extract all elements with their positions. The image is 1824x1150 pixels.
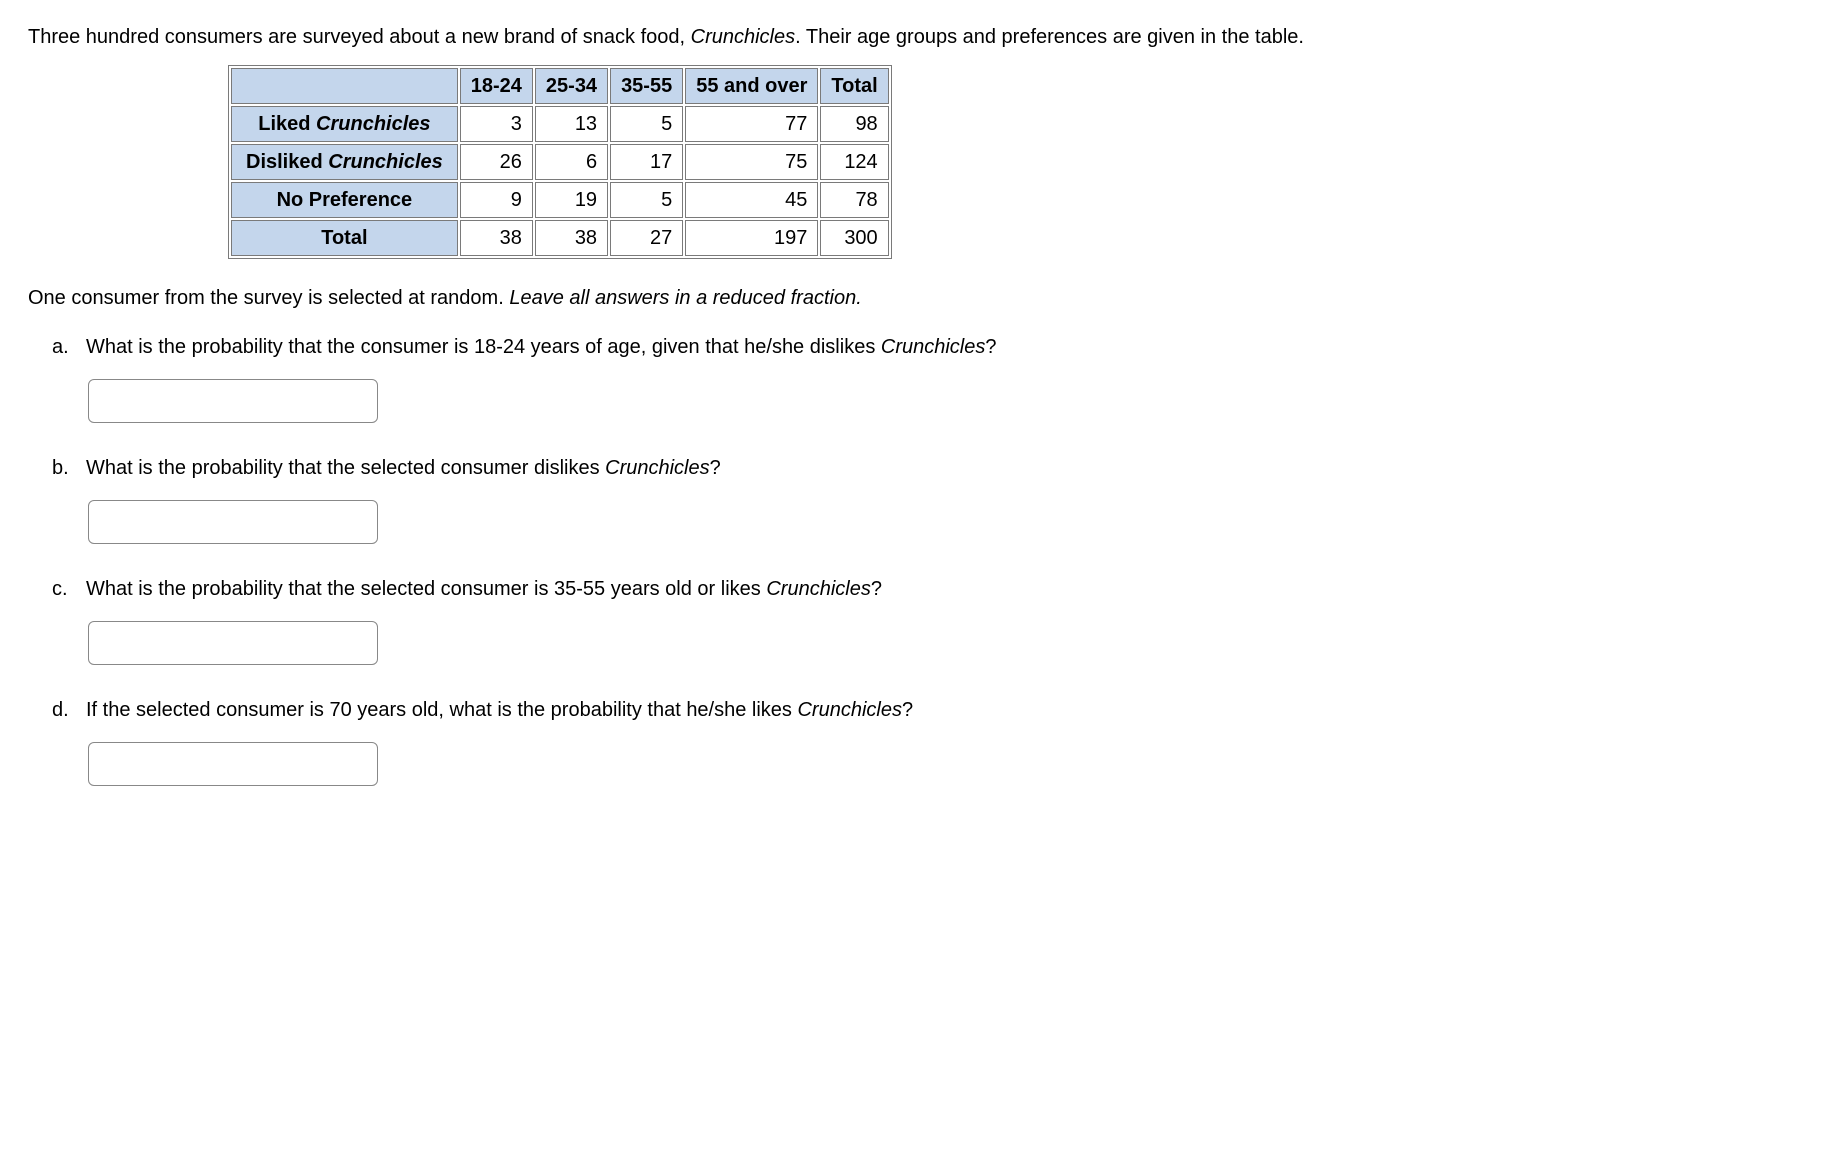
table-cell: 17: [610, 144, 683, 180]
table-cell: 75: [685, 144, 818, 180]
table-cell: 19: [535, 182, 608, 218]
question-pre: What is the probability that the selecte…: [86, 457, 605, 479]
table-cell: 98: [820, 106, 888, 142]
row-header: Liked Crunchicles: [231, 106, 458, 142]
question-body: What is the probability that the selecte…: [86, 457, 721, 480]
col-header: 35-55: [610, 68, 683, 104]
table-row-total: Total 38 38 27 197 300: [231, 220, 889, 256]
question-d-text: d. If the selected consumer is 70 years …: [52, 699, 1796, 722]
instruction-italic: Leave all answers in a reduced fraction.: [509, 287, 861, 309]
table-cell: 13: [535, 106, 608, 142]
intro-before-brand: Three hundred consumers are surveyed abo…: [28, 26, 691, 48]
table-row: Disliked Crunchicles 26 6 17 75 124: [231, 144, 889, 180]
table-cell: 27: [610, 220, 683, 256]
question-post: ?: [902, 699, 913, 721]
row-header-post: Total: [321, 227, 367, 249]
table-row: Liked Crunchicles 3 13 5 77 98: [231, 106, 889, 142]
question-body: What is the probability that the consume…: [86, 336, 996, 359]
question-pre: What is the probability that the consume…: [86, 336, 881, 358]
table-cell: 6: [535, 144, 608, 180]
question-d: d. If the selected consumer is 70 years …: [52, 699, 1796, 786]
col-header: 55 and over: [685, 68, 818, 104]
question-post: ?: [710, 457, 721, 479]
question-body: If the selected consumer is 70 years old…: [86, 699, 913, 722]
row-header: Disliked Crunchicles: [231, 144, 458, 180]
row-header-pre: Liked: [258, 113, 316, 135]
table-cell: 5: [610, 182, 683, 218]
table-cell: 78: [820, 182, 888, 218]
row-header-pre: Disliked: [246, 151, 328, 173]
instruction-plain: One consumer from the survey is selected…: [28, 287, 509, 309]
table-cell: 300: [820, 220, 888, 256]
question-b: b. What is the probability that the sele…: [52, 457, 1796, 544]
table-row: No Preference 9 19 5 45 78: [231, 182, 889, 218]
table-cell: 77: [685, 106, 818, 142]
question-label: a.: [52, 336, 76, 359]
table-corner-cell: [231, 68, 458, 104]
table-cell: 45: [685, 182, 818, 218]
col-header: 18-24: [460, 68, 533, 104]
table-cell: 9: [460, 182, 533, 218]
row-header-post: No Preference: [277, 189, 413, 211]
col-header: 25-34: [535, 68, 608, 104]
row-header-brand: Crunchicles: [328, 151, 442, 173]
table-cell: 26: [460, 144, 533, 180]
question-brand: Crunchicles: [881, 336, 985, 358]
table-cell: 5: [610, 106, 683, 142]
table-cell: 38: [535, 220, 608, 256]
table-cell: 197: [685, 220, 818, 256]
question-c: c. What is the probability that the sele…: [52, 578, 1796, 665]
table-cell: 3: [460, 106, 533, 142]
answer-input-b[interactable]: [88, 500, 378, 544]
col-header: Total: [820, 68, 888, 104]
row-header-brand: Crunchicles: [316, 113, 430, 135]
questions-list: a. What is the probability that the cons…: [52, 336, 1796, 786]
answer-input-a[interactable]: [88, 379, 378, 423]
table-cell: 38: [460, 220, 533, 256]
answer-input-d[interactable]: [88, 742, 378, 786]
table-cell: 124: [820, 144, 888, 180]
question-label: b.: [52, 457, 76, 480]
question-pre: If the selected consumer is 70 years old…: [86, 699, 797, 721]
intro-text: Three hundred consumers are surveyed abo…: [28, 24, 1796, 51]
question-body: What is the probability that the selecte…: [86, 578, 882, 601]
intro-after-brand: . Their age groups and preferences are g…: [795, 26, 1304, 48]
question-pre: What is the probability that the selecte…: [86, 578, 766, 600]
survey-table: 18-24 25-34 35-55 55 and over Total Like…: [228, 65, 892, 259]
table-container: 18-24 25-34 35-55 55 and over Total Like…: [228, 65, 1796, 259]
row-header: Total: [231, 220, 458, 256]
question-brand: Crunchicles: [605, 457, 709, 479]
question-brand: Crunchicles: [766, 578, 870, 600]
question-post: ?: [985, 336, 996, 358]
intro-brand: Crunchicles: [691, 26, 795, 48]
question-a: a. What is the probability that the cons…: [52, 336, 1796, 423]
question-a-text: a. What is the probability that the cons…: [52, 336, 1796, 359]
question-brand: Crunchicles: [797, 699, 901, 721]
answer-input-c[interactable]: [88, 621, 378, 665]
question-label: d.: [52, 699, 76, 722]
question-c-text: c. What is the probability that the sele…: [52, 578, 1796, 601]
table-header-row: 18-24 25-34 35-55 55 and over Total: [231, 68, 889, 104]
instruction-text: One consumer from the survey is selected…: [28, 287, 1796, 310]
question-b-text: b. What is the probability that the sele…: [52, 457, 1796, 480]
row-header: No Preference: [231, 182, 458, 218]
question-post: ?: [871, 578, 882, 600]
question-label: c.: [52, 578, 76, 601]
